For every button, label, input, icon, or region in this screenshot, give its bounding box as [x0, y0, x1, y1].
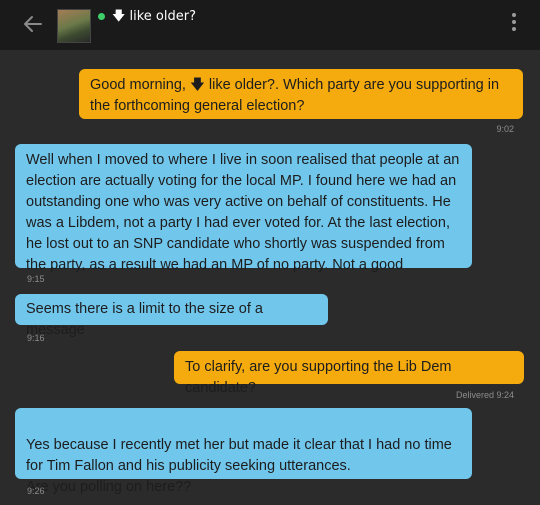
online-status-icon: [98, 13, 105, 20]
chat-header: 🡇 like older?: [0, 0, 540, 50]
message-text: Seems there is a limit to the size of a …: [26, 301, 263, 338]
message-bubble-outgoing[interactable]: Good morning, 🡇 like older?. Which party…: [79, 69, 523, 119]
more-vertical-icon[interactable]: [506, 12, 522, 34]
message-text: Yes because I recently met her but made …: [26, 437, 452, 495]
message-bubble-incoming[interactable]: Well when I moved to where I live in soo…: [15, 144, 472, 273]
message-timestamp: 9:15: [27, 274, 45, 284]
avatar[interactable]: [57, 9, 91, 43]
message-timestamp: 9:26: [27, 486, 45, 496]
message-text: To clarify, are you supporting the Lib D…: [185, 359, 452, 396]
message-text: Good morning, 🡇 like older?. Which party…: [90, 77, 500, 114]
arrow-left-icon[interactable]: [22, 10, 46, 36]
message-bubble-incoming[interactable]: Seems there is a limit to the size of a …: [15, 294, 328, 338]
contact-name[interactable]: 🡇 like older?: [112, 6, 196, 28]
message-bubble-outgoing[interactable]: To clarify, are you supporting the Lib D…: [174, 351, 524, 396]
message-timestamp: 9:02: [496, 124, 514, 134]
message-delivery-status: Delivered 9:24: [455, 390, 514, 400]
message-bubble-incoming[interactable]: Yes because I recently met her but made …: [15, 408, 472, 495]
message-timestamp: 9:16: [27, 333, 45, 343]
message-text: Well when I moved to where I live in soo…: [26, 152, 460, 273]
